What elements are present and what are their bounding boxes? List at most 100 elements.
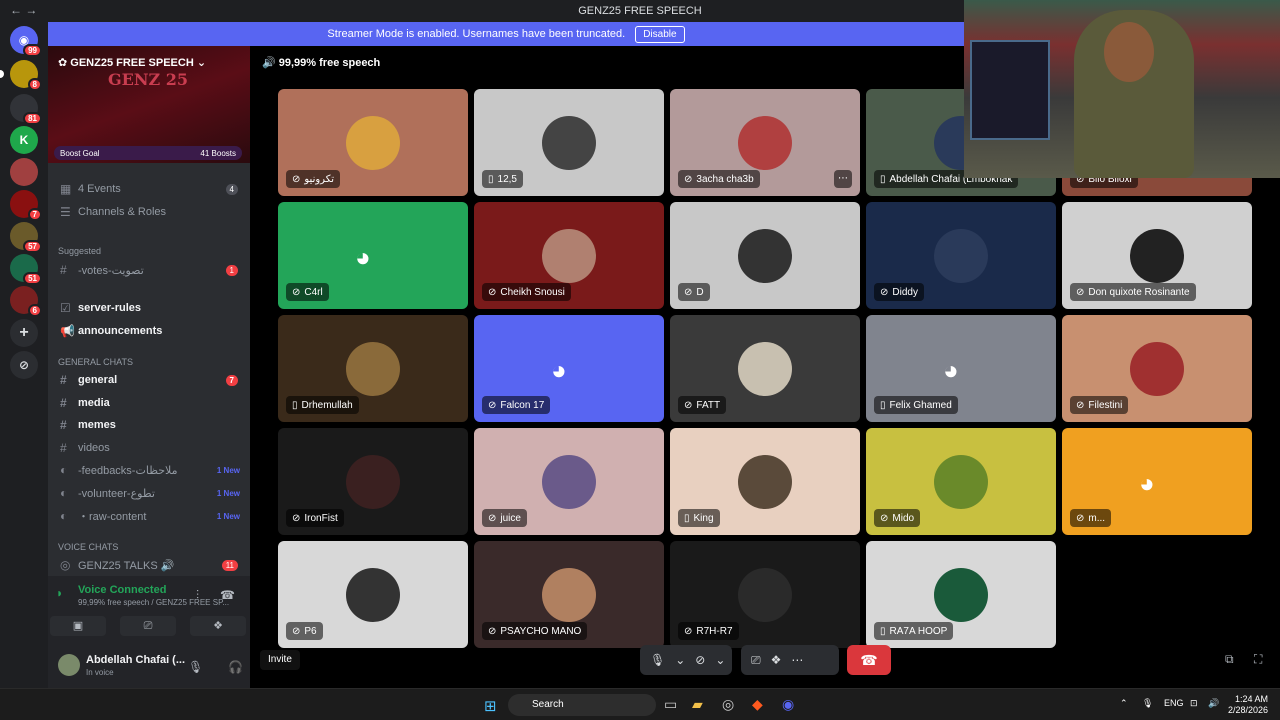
participant-tile[interactable]: ⊘ PSAYCHO MANO — [474, 541, 664, 648]
windows-start-icon[interactable]: ⊞ — [484, 697, 497, 715]
participant-tile[interactable]: ⊘ P6 — [278, 541, 468, 648]
disconnect-icon[interactable]: ☎ — [220, 588, 235, 602]
participant-tile[interactable]: ⊘ Mido — [866, 428, 1056, 535]
microphone-icon[interactable]: 🎙 — [188, 660, 203, 674]
activity-icon[interactable]: ❖ — [771, 653, 782, 667]
disable-button[interactable]: Disable — [635, 25, 685, 43]
server-icon[interactable]: 51 — [10, 254, 42, 285]
more-options-icon[interactable]: ⋯ — [834, 170, 852, 188]
participant-tile[interactable]: ◕ ⊘ m... — [1062, 428, 1252, 535]
channel-raw-content[interactable]: ◐ ・raw-content 1 New — [48, 506, 250, 526]
channel-media[interactable]: # media — [48, 393, 250, 413]
chevron-up-icon[interactable]: ⌃ — [1120, 698, 1128, 709]
microphone-icon[interactable]: 🎙 — [1142, 698, 1153, 709]
participant-tile[interactable]: ⊘ juice — [474, 428, 664, 535]
voice-channel-path[interactable]: 99,99% free speech / GENZ25 FREE SP... — [78, 598, 229, 607]
channel-volunteer[interactable]: ◐ -volunteer-تطوع 1 New — [48, 483, 250, 503]
microphone-icon[interactable]: 🎙 — [650, 653, 665, 667]
participant-tile[interactable]: ⊘ 3acha cha3b ⋯ — [670, 89, 860, 196]
pop-out-icon[interactable]: ⧉ — [1225, 652, 1234, 667]
participant-tile[interactable]: ▯ RA7A HOOP — [866, 541, 1056, 648]
channel-genz-talks[interactable]: ◎ GENZ25 TALKS 🔊 11 — [48, 555, 250, 575]
avatar[interactable] — [58, 654, 80, 676]
server-icon[interactable]: 8 — [10, 60, 42, 91]
events-item[interactable]: ▦ 4 Events 4 — [48, 179, 250, 199]
video-button[interactable]: ▣ — [50, 616, 106, 636]
task-view-icon[interactable]: ▭ — [664, 696, 677, 713]
channels-roles-item[interactable]: ☰ Channels & Roles — [48, 202, 250, 222]
participant-label: ⊘ Cheikh Snousi — [482, 283, 571, 301]
channel-votes[interactable]: # -votes-تصويت 1 — [48, 260, 250, 280]
server-icon[interactable]: 7 — [10, 190, 42, 221]
participant-tile[interactable]: ⊘ تكرونيو — [278, 89, 468, 196]
mic-control[interactable]: 🎙 ⌄ ⊘ ⌄ — [640, 645, 732, 675]
participant-tile[interactable]: ⊘ D — [670, 202, 860, 309]
channel-announcements[interactable]: 📢 announcements — [48, 321, 250, 341]
channel-videos[interactable]: # videos — [48, 438, 250, 458]
add-server-icon[interactable]: + — [10, 319, 38, 347]
participant-tile[interactable]: ⊘ Filestini — [1062, 315, 1252, 422]
participant-name: Falcon 17 — [500, 399, 545, 411]
participant-name: IronFist — [304, 512, 338, 524]
clock[interactable]: 1:24 AM 2/28/2026 — [1228, 694, 1268, 716]
server-header[interactable]: ✿ GENZ25 FREE SPEECH ⌄ GENZ 25 Boost Goa… — [48, 46, 250, 163]
leave-call-button[interactable]: ☎ — [847, 645, 891, 675]
chevron-down-icon[interactable]: ⌄ — [675, 653, 685, 667]
category-voice-chats[interactable]: VOICE CHATS — [58, 542, 118, 552]
discord-logo-icon: ◕ — [551, 355, 567, 385]
participant-tile[interactable]: ⊘ Cheikh Snousi — [474, 202, 664, 309]
participant-label: ⊘ Diddy — [874, 283, 924, 301]
user-panel[interactable]: Abdellah Chafai (... In voice 🎙 🎧 ⚙ — [54, 648, 277, 684]
participant-tile[interactable]: ⊘ Diddy — [866, 202, 1056, 309]
fullscreen-icon[interactable]: ⛶ — [1254, 652, 1262, 667]
participant-tile[interactable]: ◕ ▯ Felix Ghamed — [866, 315, 1056, 422]
channel-general[interactable]: # general 7 — [48, 370, 250, 390]
participant-tile[interactable]: ⊘ Don quixote Rosinante — [1062, 202, 1252, 309]
participant-tile[interactable]: ▯ Drhemullah — [278, 315, 468, 422]
participant-tile[interactable]: ◕ ⊘ C4rl — [278, 202, 468, 309]
participant-tile[interactable]: ◕ ⊘ Falcon 17 — [474, 315, 664, 422]
screen-share-button[interactable]: ⎚ — [120, 616, 176, 636]
participant-tile[interactable]: ⊘ FATT — [670, 315, 860, 422]
participant-label: ⊘ Mido — [874, 509, 921, 527]
server-icon[interactable]: 57 — [10, 222, 42, 253]
server-icon[interactable] — [10, 158, 38, 186]
server-icon[interactable]: 81 — [10, 94, 42, 125]
file-explorer-icon[interactable]: ▰ — [692, 696, 703, 713]
headphones-icon[interactable]: 🎧 — [228, 660, 243, 674]
participant-label: ⊘ PSAYCHO MANO — [482, 622, 588, 640]
app-icon[interactable]: ◎ — [722, 696, 734, 713]
taskbar-search[interactable]: Search — [508, 694, 656, 716]
participant-tile[interactable]: ⊘ IronFist — [278, 428, 468, 535]
server-name[interactable]: ✿ GENZ25 FREE SPEECH ⌄ — [58, 56, 206, 69]
category-general-chats[interactable]: GENERAL CHATS — [58, 357, 133, 367]
server-icon[interactable]: K — [10, 126, 38, 154]
call-actions[interactable]: ⎚ ❖ ⋯ — [741, 645, 839, 675]
participant-label: ▯ King — [678, 509, 720, 527]
language-indicator[interactable]: ENG — [1164, 698, 1184, 708]
invite-button[interactable]: Invite — [260, 650, 300, 670]
volume-icon[interactable]: 🔊 — [1208, 698, 1219, 709]
unread-pill — [0, 70, 4, 78]
server-icon[interactable]: 6 — [10, 286, 42, 317]
noise-suppression-icon[interactable]: ⫶ — [196, 588, 199, 603]
discover-icon[interactable]: ⊘ — [10, 351, 38, 379]
discord-app-icon[interactable]: ◉ — [782, 696, 794, 713]
participant-tile[interactable]: ⊘ R7H-R7 — [670, 541, 860, 648]
channel-server-rules[interactable]: ☑ server-rules — [48, 298, 250, 318]
participant-tile[interactable]: ▯ 12,5 — [474, 89, 664, 196]
chevron-down-icon[interactable]: ⌄ — [715, 653, 725, 667]
screen-share-icon[interactable]: ⎚ — [751, 653, 761, 668]
avatar — [542, 229, 596, 283]
discord-home-icon[interactable]: ◉ 99 — [10, 26, 42, 57]
boost-goal-bar[interactable]: Boost Goal 41 Boosts — [54, 146, 242, 160]
channel-memes[interactable]: # memes — [48, 415, 250, 435]
browser-icon[interactable]: ◆ — [752, 696, 763, 713]
activity-button[interactable]: ❖ — [190, 616, 246, 636]
channel-feedbacks[interactable]: ◐ -feedbacks-ملاحظات 1 New — [48, 460, 250, 480]
discord-logo-icon: ◕ — [1139, 468, 1155, 498]
network-icon[interactable]: ⊡ — [1190, 698, 1198, 709]
camera-off-icon[interactable]: ⊘ — [695, 653, 705, 667]
more-icon[interactable]: ⋯ — [791, 653, 803, 667]
participant-tile[interactable]: ▯ King — [670, 428, 860, 535]
